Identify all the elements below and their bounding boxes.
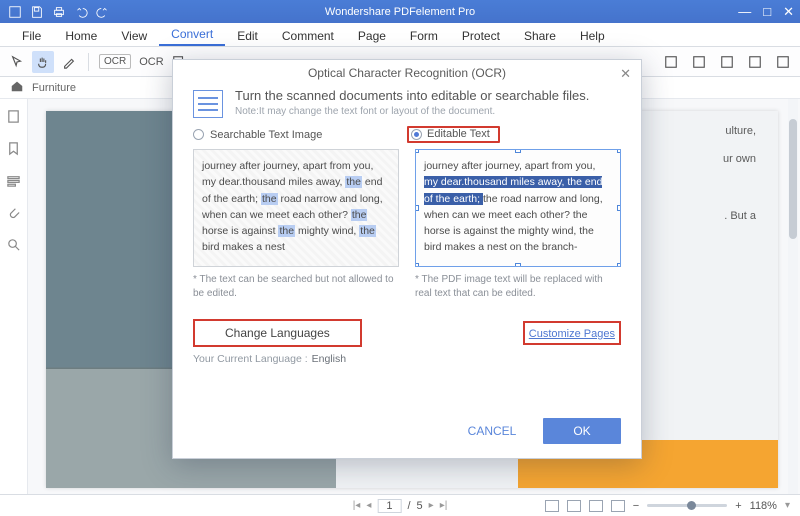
- search-icon[interactable]: [6, 237, 21, 257]
- hand-tool-icon[interactable]: [32, 51, 54, 73]
- page-total: 5: [417, 500, 423, 512]
- zoom-out-icon[interactable]: −: [633, 500, 639, 512]
- menu-page[interactable]: Page: [346, 25, 398, 46]
- menu-form[interactable]: Form: [398, 25, 450, 46]
- first-page-icon[interactable]: |◂: [353, 500, 361, 511]
- export-other-icon[interactable]: [772, 51, 794, 73]
- menu-help[interactable]: Help: [568, 25, 617, 46]
- zoom-in-icon[interactable]: +: [735, 500, 741, 512]
- left-rail: [0, 99, 28, 494]
- attachments-icon[interactable]: [6, 205, 21, 225]
- ocr-lead-icon: [193, 90, 223, 118]
- comments-icon[interactable]: [6, 173, 21, 193]
- undo-icon[interactable]: [74, 5, 88, 19]
- minimize-icon[interactable]: —: [738, 4, 751, 20]
- menu-comment[interactable]: Comment: [270, 25, 346, 46]
- statusbar: |◂ ◂ 1 / 5 ▸ ▸| − + 118% ▾: [0, 494, 800, 516]
- ocr-badge[interactable]: OCR: [99, 54, 131, 69]
- zoom-value[interactable]: 118%: [750, 500, 777, 512]
- vertical-scrollbar[interactable]: [788, 99, 798, 494]
- dialog-title: Optical Character Recognition (OCR): [308, 66, 506, 80]
- app-icon: [8, 5, 22, 19]
- dialog-subnote: Note:It may change the text font or layo…: [235, 106, 589, 117]
- option-searchable[interactable]: Searchable Text Image: [193, 126, 407, 143]
- ok-button[interactable]: OK: [543, 418, 621, 444]
- prev-page-icon[interactable]: ◂: [366, 500, 371, 511]
- last-page-icon[interactable]: ▸|: [440, 500, 448, 511]
- current-language-label: Your Current Language :English: [193, 353, 621, 365]
- view-continuous-icon[interactable]: [567, 500, 581, 512]
- menubar: File Home View Convert Edit Comment Page…: [0, 23, 800, 47]
- note-searchable: * The text can be searched but not allow…: [193, 273, 399, 301]
- close-icon[interactable]: ✕: [783, 4, 794, 20]
- print-icon[interactable]: [52, 5, 66, 19]
- export-word-icon[interactable]: [660, 51, 682, 73]
- save-icon[interactable]: [30, 5, 44, 19]
- export-excel-icon[interactable]: [688, 51, 710, 73]
- cancel-button[interactable]: CANCEL: [453, 418, 531, 444]
- maximize-icon[interactable]: □: [763, 4, 771, 20]
- preview-editable: journey after journey, apart from you, m…: [415, 149, 621, 301]
- home-icon[interactable]: [10, 79, 24, 96]
- export-image-icon[interactable]: [744, 51, 766, 73]
- zoom-dropdown-icon[interactable]: ▾: [785, 500, 790, 511]
- titlebar: Wondershare PDFelement Pro — □ ✕: [0, 0, 800, 23]
- dialog-headline: Turn the scanned documents into editable…: [235, 88, 589, 103]
- ocr-dialog: Optical Character Recognition (OCR) ✕ Tu…: [172, 59, 642, 459]
- page-current[interactable]: 1: [377, 499, 401, 513]
- thumbnails-icon[interactable]: [6, 109, 21, 129]
- menu-home[interactable]: Home: [53, 25, 109, 46]
- zoom-slider[interactable]: [647, 504, 727, 507]
- radio-icon: [411, 129, 422, 140]
- menu-edit[interactable]: Edit: [225, 25, 270, 46]
- edit-tool-icon[interactable]: [58, 51, 80, 73]
- radio-icon: [193, 129, 204, 140]
- ocr-label: OCR: [139, 56, 163, 68]
- menu-convert[interactable]: Convert: [159, 23, 225, 46]
- view-doublec-icon[interactable]: [611, 500, 625, 512]
- breadcrumb-item[interactable]: Furniture: [32, 82, 76, 94]
- app-title: Wondershare PDFelement Pro: [325, 6, 475, 18]
- dialog-close-icon[interactable]: ✕: [620, 66, 631, 82]
- menu-share[interactable]: Share: [512, 25, 568, 46]
- export-ppt-icon[interactable]: [716, 51, 738, 73]
- menu-view[interactable]: View: [109, 25, 159, 46]
- view-single-icon[interactable]: [545, 500, 559, 512]
- view-double-icon[interactable]: [589, 500, 603, 512]
- pointer-tool-icon[interactable]: [6, 51, 28, 73]
- note-editable: * The PDF image text will be replaced wi…: [415, 273, 621, 301]
- preview-searchable: journey after journey, apart from you, m…: [193, 149, 399, 301]
- change-languages-button[interactable]: Change Languages: [193, 319, 362, 347]
- next-page-icon[interactable]: ▸: [429, 500, 434, 511]
- bookmarks-icon[interactable]: [6, 141, 21, 161]
- option-editable[interactable]: Editable Text: [407, 126, 621, 143]
- customize-pages-link[interactable]: Customize Pages: [523, 321, 621, 345]
- redo-icon[interactable]: [96, 5, 110, 19]
- menu-protect[interactable]: Protect: [450, 25, 512, 46]
- menu-file[interactable]: File: [10, 25, 53, 46]
